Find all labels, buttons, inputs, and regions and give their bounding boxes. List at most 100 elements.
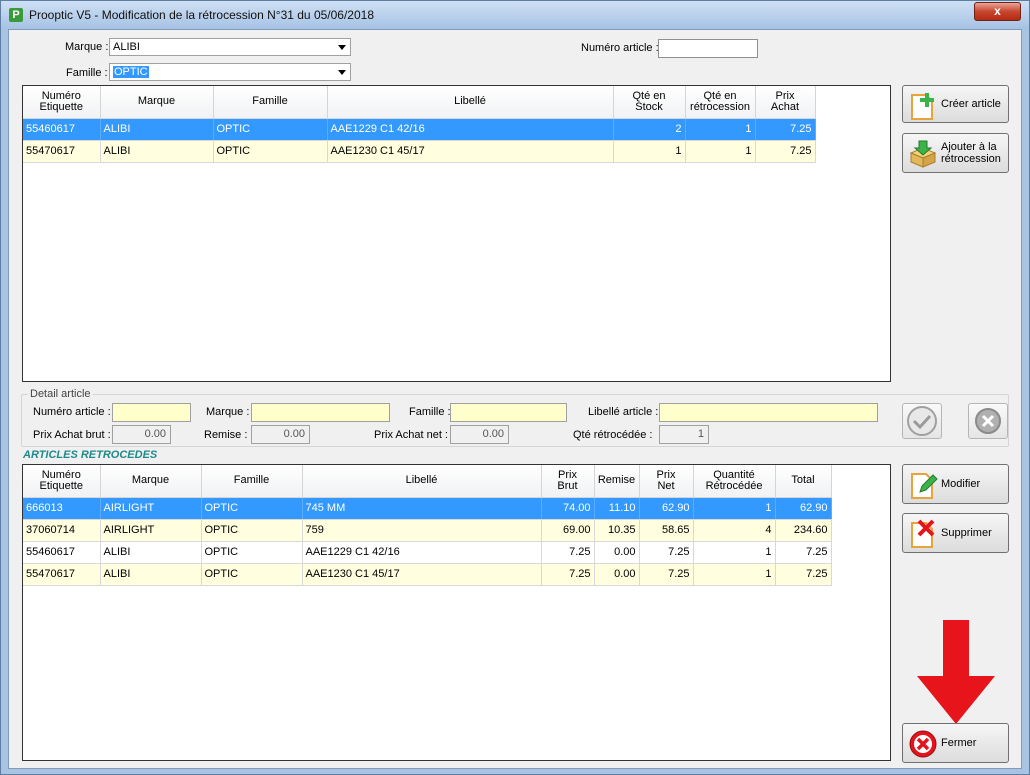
ajouter-retrocession-button[interactable]: Ajouter à la rétrocession <box>902 133 1009 173</box>
annuler-button[interactable] <box>968 403 1008 439</box>
articles-retrocedes-grid[interactable]: Numéro Etiquette Marque Famille Libellé Prix B… <box>22 464 891 761</box>
chevron-down-icon <box>338 45 346 50</box>
table-cell: 55470617 <box>23 563 101 586</box>
document-plus-icon <box>911 93 934 120</box>
retro-table-header: Numéro Etiquette Marque Famille Libellé Prix B… <box>23 465 832 498</box>
title-bar[interactable]: P Prooptic V5 - Modification de la rétro… <box>1 1 1029 29</box>
numero-article-input[interactable] <box>658 39 758 58</box>
stock-column-header[interactable]: Marque <box>100 86 214 119</box>
retro-column-header[interactable]: Famille <box>201 465 303 498</box>
marque-select[interactable]: ALIBI <box>109 38 351 56</box>
main-window: P Prooptic V5 - Modification de la rétro… <box>0 0 1030 775</box>
table-cell: 7.25 <box>775 541 832 564</box>
detail-libelle-input[interactable] <box>659 403 878 422</box>
retro-table: Numéro Etiquette Marque Famille Libellé Prix B… <box>23 465 832 586</box>
table-row[interactable]: 55460617 ALIBI OPTIC AAE1229 C1 42/16 2 1 7.25 <box>23 118 816 141</box>
table-cell: 37060714 <box>23 519 101 542</box>
stock-column-header[interactable]: Numéro Etiquette <box>23 86 101 119</box>
table-cell: 55460617 <box>23 541 101 564</box>
table-cell: AIRLIGHT <box>100 497 202 520</box>
table-row[interactable]: 37060714 AIRLIGHT OPTIC 759 69.00 10.35 58.65 4… <box>23 519 832 542</box>
table-cell: 1 <box>685 140 756 163</box>
retro-column-header[interactable]: Numéro Etiquette <box>23 465 101 498</box>
stock-column-header[interactable]: Libellé <box>327 86 614 119</box>
window-close-button[interactable]: x <box>974 2 1021 21</box>
table-cell: 62.90 <box>775 497 832 520</box>
supprimer-button[interactable]: Supprimer <box>902 513 1009 553</box>
chevron-down-icon <box>338 70 346 75</box>
table-row[interactable]: 55460617 ALIBI OPTIC AAE1229 C1 42/16 7.25 0.… <box>23 541 832 564</box>
table-cell: 1 <box>693 541 776 564</box>
table-cell: 58.65 <box>639 519 694 542</box>
retro-column-header[interactable]: Prix Brut <box>541 465 595 498</box>
table-cell: 7.25 <box>541 563 595 586</box>
table-cell: ALIBI <box>100 563 202 586</box>
table-row[interactable]: 55470617 ALIBI OPTIC AAE1230 C1 45/17 1 1 7.25 <box>23 140 816 163</box>
table-cell: AAE1229 C1 42/16 <box>302 541 542 564</box>
stock-column-header[interactable]: Prix Achat <box>755 86 816 119</box>
table-cell: 74.00 <box>541 497 595 520</box>
table-cell: AAE1230 C1 45/17 <box>327 140 614 163</box>
stock-table: Numéro Etiquette Marque Famille Libellé Qté e… <box>23 86 816 163</box>
table-cell: 234.60 <box>775 519 832 542</box>
detail-prix-brut-label: Prix Achat brut : <box>33 429 111 441</box>
table-cell: OPTIC <box>213 118 328 141</box>
modifier-button[interactable]: Modifier <box>902 464 1009 504</box>
table-cell: 7.25 <box>755 140 816 163</box>
valider-button[interactable] <box>902 403 942 439</box>
table-cell: 55460617 <box>23 118 101 141</box>
table-cell: AAE1230 C1 45/17 <box>302 563 542 586</box>
table-cell: OPTIC <box>201 497 303 520</box>
creer-article-button[interactable]: Créer article <box>902 85 1009 123</box>
table-cell: 10.35 <box>594 519 640 542</box>
detail-prix-brut-input[interactable]: 0.00 <box>112 425 171 444</box>
retro-column-header[interactable]: Marque <box>100 465 202 498</box>
table-cell: OPTIC <box>201 519 303 542</box>
checkmark-icon <box>907 406 937 436</box>
creer-article-label: Créer article <box>941 98 1001 110</box>
document-x-icon <box>911 519 935 548</box>
table-cell: 1 <box>693 563 776 586</box>
table-cell: 69.00 <box>541 519 595 542</box>
fermer-label: Fermer <box>941 737 977 749</box>
famille-select[interactable]: OPTIC <box>109 63 351 81</box>
stock-table-header: Numéro Etiquette Marque Famille Libellé Qté e… <box>23 86 816 119</box>
table-cell: 7.25 <box>755 118 816 141</box>
table-cell: 745 MM <box>302 497 542 520</box>
stock-column-header[interactable]: Famille <box>213 86 328 119</box>
retro-column-header[interactable]: Total <box>775 465 832 498</box>
table-cell: 7.25 <box>639 541 694 564</box>
table-cell: OPTIC <box>201 541 303 564</box>
detail-numero-label: Numéro article : <box>33 406 111 418</box>
close-circle-icon <box>909 730 937 758</box>
document-pencil-icon <box>911 473 938 499</box>
detail-famille-input[interactable] <box>450 403 567 422</box>
retro-column-header[interactable]: Remise <box>594 465 640 498</box>
table-cell: 11.10 <box>594 497 640 520</box>
detail-prix-net-input[interactable]: 0.00 <box>450 425 509 444</box>
marque-label: Marque : <box>65 41 109 53</box>
detail-remise-label: Remise : <box>204 429 248 441</box>
table-cell: 62.90 <box>639 497 694 520</box>
detail-remise-input[interactable]: 0.00 <box>251 425 310 444</box>
marque-select-value: ALIBI <box>113 41 140 53</box>
table-row[interactable]: 666013 AIRLIGHT OPTIC 745 MM 74.00 11.10 62.90… <box>23 497 832 520</box>
detail-numero-input[interactable] <box>112 403 191 422</box>
detail-marque-input[interactable] <box>251 403 390 422</box>
table-row[interactable]: 55470617 ALIBI OPTIC AAE1230 C1 45/17 7.25 0.… <box>23 563 832 586</box>
retro-column-header[interactable]: Quantité Rétrocédée <box>693 465 776 498</box>
stock-column-header[interactable]: Qté en Stock <box>613 86 686 119</box>
stock-column-header[interactable]: Qté en rétrocession <box>685 86 756 119</box>
client-area: Marque : ALIBI Famille : OPTIC Numéro ar… <box>8 29 1022 769</box>
box-download-icon <box>909 140 937 168</box>
table-cell: AIRLIGHT <box>100 519 202 542</box>
detail-qte-label: Qté rétrocédée : <box>573 429 653 441</box>
table-cell: ALIBI <box>100 541 202 564</box>
fermer-button[interactable]: Fermer <box>902 723 1009 763</box>
retro-column-header[interactable]: Prix Net <box>639 465 694 498</box>
table-cell: 7.25 <box>639 563 694 586</box>
detail-qte-input[interactable]: 1 <box>659 425 709 444</box>
stock-articles-grid[interactable]: Numéro Etiquette Marque Famille Libellé Qté e… <box>22 85 891 382</box>
retro-column-header[interactable]: Libellé <box>302 465 542 498</box>
table-cell: 0.00 <box>594 541 640 564</box>
